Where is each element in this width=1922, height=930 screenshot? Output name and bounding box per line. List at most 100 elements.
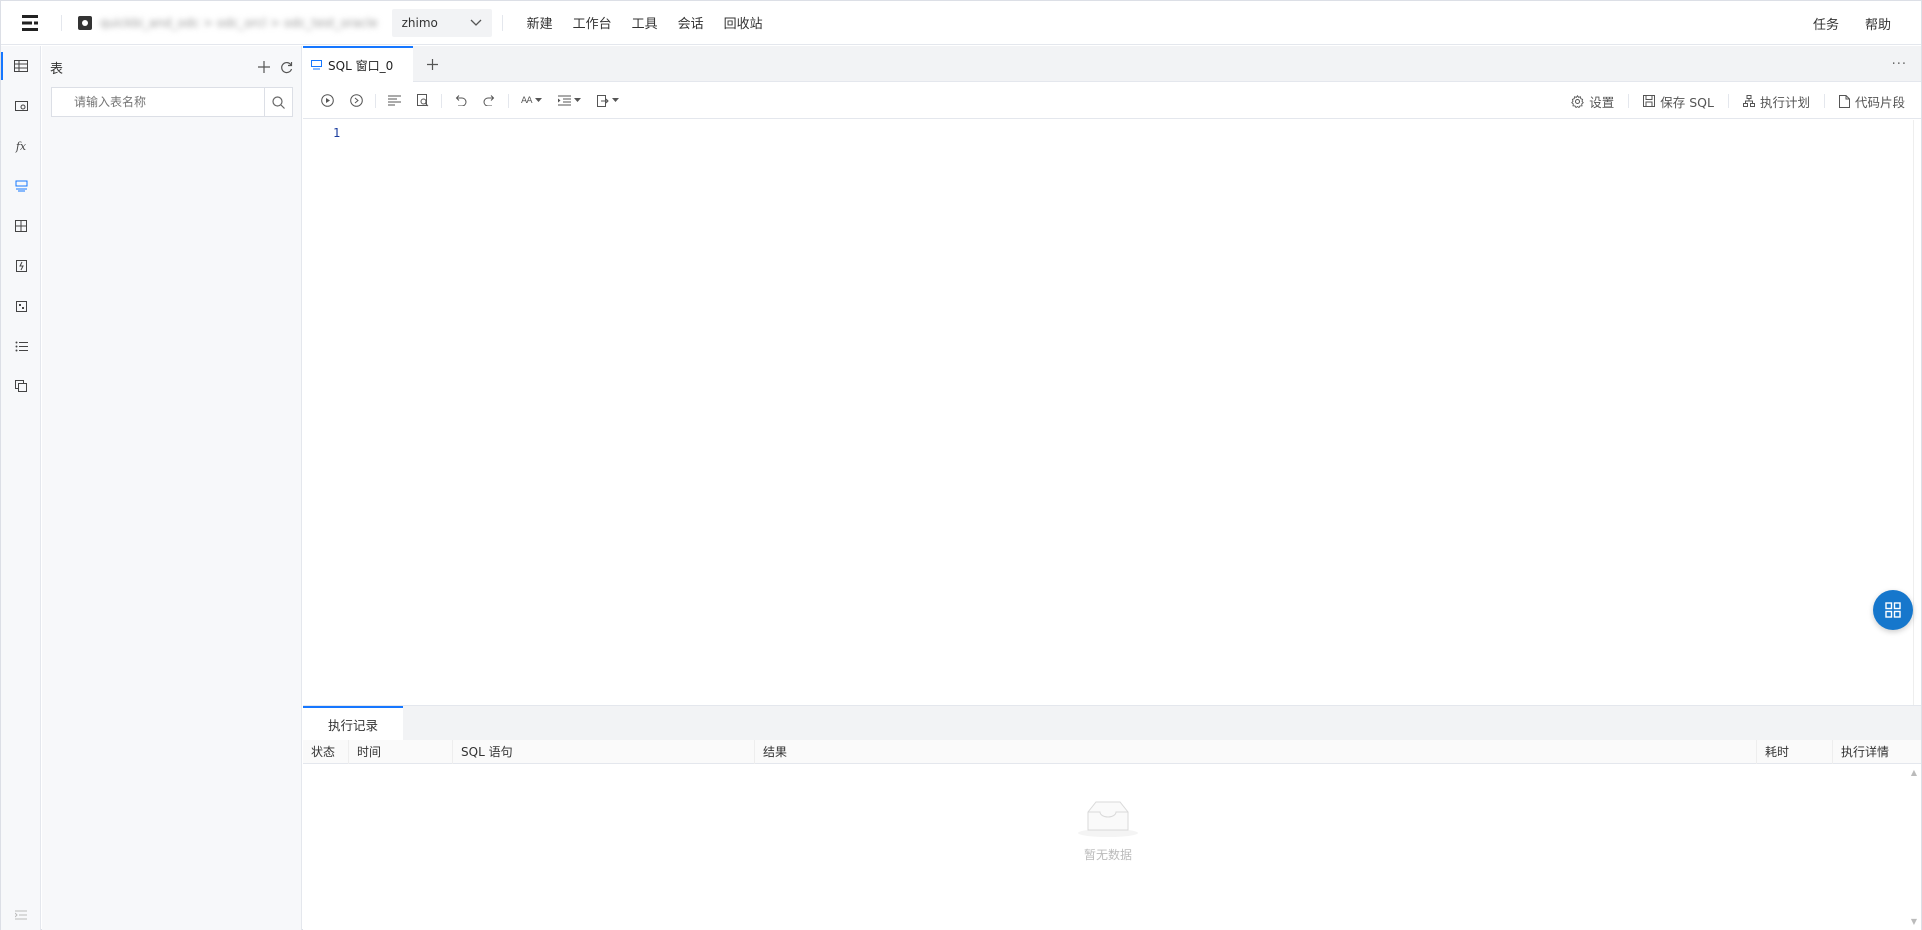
- line-number: 1: [333, 126, 341, 140]
- case-icon: AA: [521, 95, 533, 106]
- find-button[interactable]: [409, 83, 437, 119]
- connection-breadcrumb[interactable]: quickbi_and_odc > odc_orcl > odc_test_or…: [78, 15, 378, 30]
- grid-icon: [15, 220, 27, 232]
- table-icon: [14, 60, 28, 72]
- divider: [1628, 94, 1630, 108]
- menu-tasks[interactable]: 任务: [1813, 14, 1839, 33]
- column-header[interactable]: 耗时: [1757, 739, 1833, 764]
- rail-item-synonyms[interactable]: [1, 366, 41, 406]
- function-icon: fx: [15, 139, 27, 153]
- more-icon[interactable]: ···: [1892, 46, 1907, 82]
- run-selected-icon: [350, 94, 363, 107]
- app-window: quickbi_and_odc > odc_orcl > odc_test_or…: [0, 0, 1922, 930]
- procedure-icon: [15, 180, 27, 192]
- rail-item-functions[interactable]: fx: [1, 126, 41, 166]
- empty-inbox-icon: [1078, 801, 1138, 837]
- menu-recycle-bin[interactable]: 回收站: [724, 13, 763, 32]
- divider: [501, 14, 503, 31]
- rail-item-tables[interactable]: [1, 46, 41, 86]
- caret-down-icon: [573, 98, 581, 102]
- table-search-box: [51, 87, 293, 117]
- panel-actions: [258, 60, 293, 74]
- editor-toolbar: AA 设置 保存 SQL 执行计划 代码片段: [303, 83, 1921, 119]
- divider: [441, 93, 442, 108]
- save-sql-button[interactable]: 保存 SQL: [1643, 92, 1714, 111]
- undo-icon: [455, 95, 467, 106]
- scroll-up-icon[interactable]: ▲: [1911, 768, 1917, 777]
- divider: [61, 14, 62, 31]
- line-gutter: 1: [303, 120, 341, 705]
- save-sql-label: 保存 SQL: [1660, 94, 1714, 110]
- rail-item-procedures[interactable]: [1, 166, 41, 206]
- indent-dropdown[interactable]: [550, 83, 589, 119]
- menu-workbench[interactable]: 工作台: [573, 13, 612, 32]
- align-left-icon: [388, 95, 401, 106]
- top-right-menu: 任务 帮助: [1813, 1, 1891, 45]
- divider: [508, 93, 509, 108]
- editor-scrollbar[interactable]: [1913, 120, 1921, 705]
- caret-down-icon: [611, 98, 619, 102]
- exec-plan-label: 执行计划: [1759, 94, 1810, 110]
- add-tab-button[interactable]: [427, 46, 438, 82]
- rail-item-sequences[interactable]: [1, 326, 41, 366]
- refresh-icon[interactable]: [280, 61, 293, 74]
- connection-path: quickbi_and_odc > odc_orcl > odc_test_or…: [100, 15, 378, 30]
- column-header[interactable]: 状态: [303, 739, 349, 764]
- column-header[interactable]: 时间: [349, 739, 453, 764]
- collapse-panel-icon[interactable]: [1, 910, 41, 920]
- rail-item-triggers[interactable]: [1, 246, 41, 286]
- sql-editor[interactable]: 1: [303, 120, 1921, 705]
- search-button[interactable]: [264, 88, 292, 116]
- results-scrollbar[interactable]: ▲ ▼: [1907, 764, 1921, 930]
- floating-apps-button[interactable]: [1873, 590, 1913, 630]
- save-icon: [1643, 95, 1656, 107]
- top-bar: quickbi_and_odc > odc_orcl > odc_test_or…: [1, 1, 1921, 45]
- settings-button[interactable]: 设置: [1571, 92, 1614, 111]
- app-logo-icon[interactable]: [1, 1, 61, 45]
- exec-plan-button[interactable]: 执行计划: [1742, 92, 1810, 111]
- column-header[interactable]: 执行详情: [1833, 740, 1919, 764]
- gear-icon: [1571, 94, 1585, 108]
- table-search-input[interactable]: [52, 88, 264, 116]
- divider: [375, 93, 376, 108]
- format-button[interactable]: [380, 83, 409, 119]
- results-tabs: 执行记录: [303, 706, 1921, 740]
- sql-window-icon: [311, 60, 322, 70]
- divider: [1727, 94, 1729, 108]
- column-header[interactable]: 结果: [755, 739, 1757, 764]
- export-dropdown[interactable]: [589, 83, 627, 119]
- case-dropdown[interactable]: AA: [513, 83, 550, 119]
- menu-new[interactable]: 新建: [527, 13, 553, 32]
- caret-down-icon: [534, 98, 542, 102]
- scroll-down-icon[interactable]: ▼: [1911, 917, 1917, 926]
- add-icon[interactable]: [258, 60, 270, 73]
- empty-text: 暂无数据: [1083, 848, 1132, 862]
- database-select[interactable]: zhimo: [391, 8, 492, 37]
- results-panel: 执行记录 状态 时间 SQL 语句 结果 耗时 执行详情 暂无数据 ▲ ▼: [303, 705, 1921, 930]
- run-selected-button[interactable]: [342, 83, 371, 119]
- rail-item-types[interactable]: [1, 286, 41, 326]
- menu-tools[interactable]: 工具: [632, 13, 658, 32]
- redo-button[interactable]: [475, 83, 504, 119]
- redo-icon: [483, 95, 495, 106]
- connection-icon: [78, 15, 92, 30]
- divider: [1823, 94, 1825, 108]
- empty-state: 暂无数据: [1073, 798, 1143, 863]
- exec-plan-icon: [1742, 95, 1755, 107]
- rail-item-views[interactable]: [1, 86, 41, 126]
- tab-sql-window-0[interactable]: SQL 窗口_0: [303, 46, 413, 82]
- rail-item-packages[interactable]: [1, 206, 41, 246]
- run-button[interactable]: [313, 83, 342, 119]
- tab-execution-history[interactable]: 执行记录: [303, 706, 403, 740]
- panel-title: 表: [50, 61, 64, 77]
- menu-sessions[interactable]: 会话: [678, 13, 704, 32]
- undo-button[interactable]: [446, 83, 475, 119]
- play-circle-icon: [321, 94, 334, 107]
- plus-icon: [427, 58, 438, 70]
- toolbar-right-actions: 设置 保存 SQL 执行计划 代码片段: [1571, 83, 1905, 119]
- apps-grid-icon: [1885, 602, 1901, 618]
- settings-label: 设置: [1589, 94, 1615, 110]
- snippets-button[interactable]: 代码片段: [1838, 92, 1905, 111]
- column-header[interactable]: SQL 语句: [453, 739, 755, 764]
- menu-help[interactable]: 帮助: [1865, 14, 1891, 33]
